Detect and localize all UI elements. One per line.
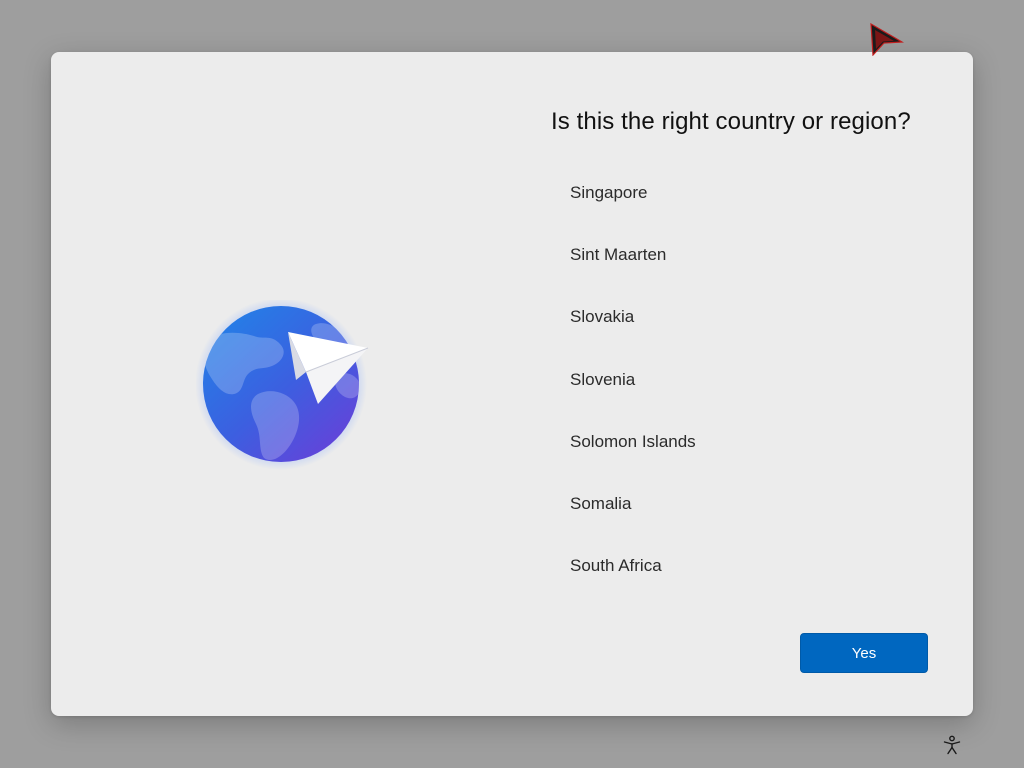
page-title: Is this the right country or region? — [551, 108, 911, 135]
region-dialog: Is this the right country or region? Sin… — [51, 52, 973, 716]
list-item[interactable]: Sint Maarten — [556, 224, 936, 286]
country-list[interactable]: Singapore Sint Maarten Slovakia Slovenia… — [556, 162, 936, 597]
globe-paper-plane-icon — [195, 298, 386, 480]
mouse-pointer-icon — [868, 22, 905, 57]
list-item[interactable]: Slovenia — [556, 349, 936, 411]
oobe-screen: Is this the right country or region? Sin… — [0, 0, 1024, 768]
accessibility-icon[interactable] — [941, 734, 963, 756]
list-item[interactable]: South Africa — [556, 535, 936, 597]
list-item[interactable]: Somalia — [556, 473, 936, 535]
yes-button[interactable]: Yes — [800, 633, 928, 673]
list-item[interactable]: Singapore — [556, 162, 936, 224]
list-item[interactable]: Solomon Islands — [556, 411, 936, 473]
list-item[interactable]: Slovakia — [556, 286, 936, 348]
